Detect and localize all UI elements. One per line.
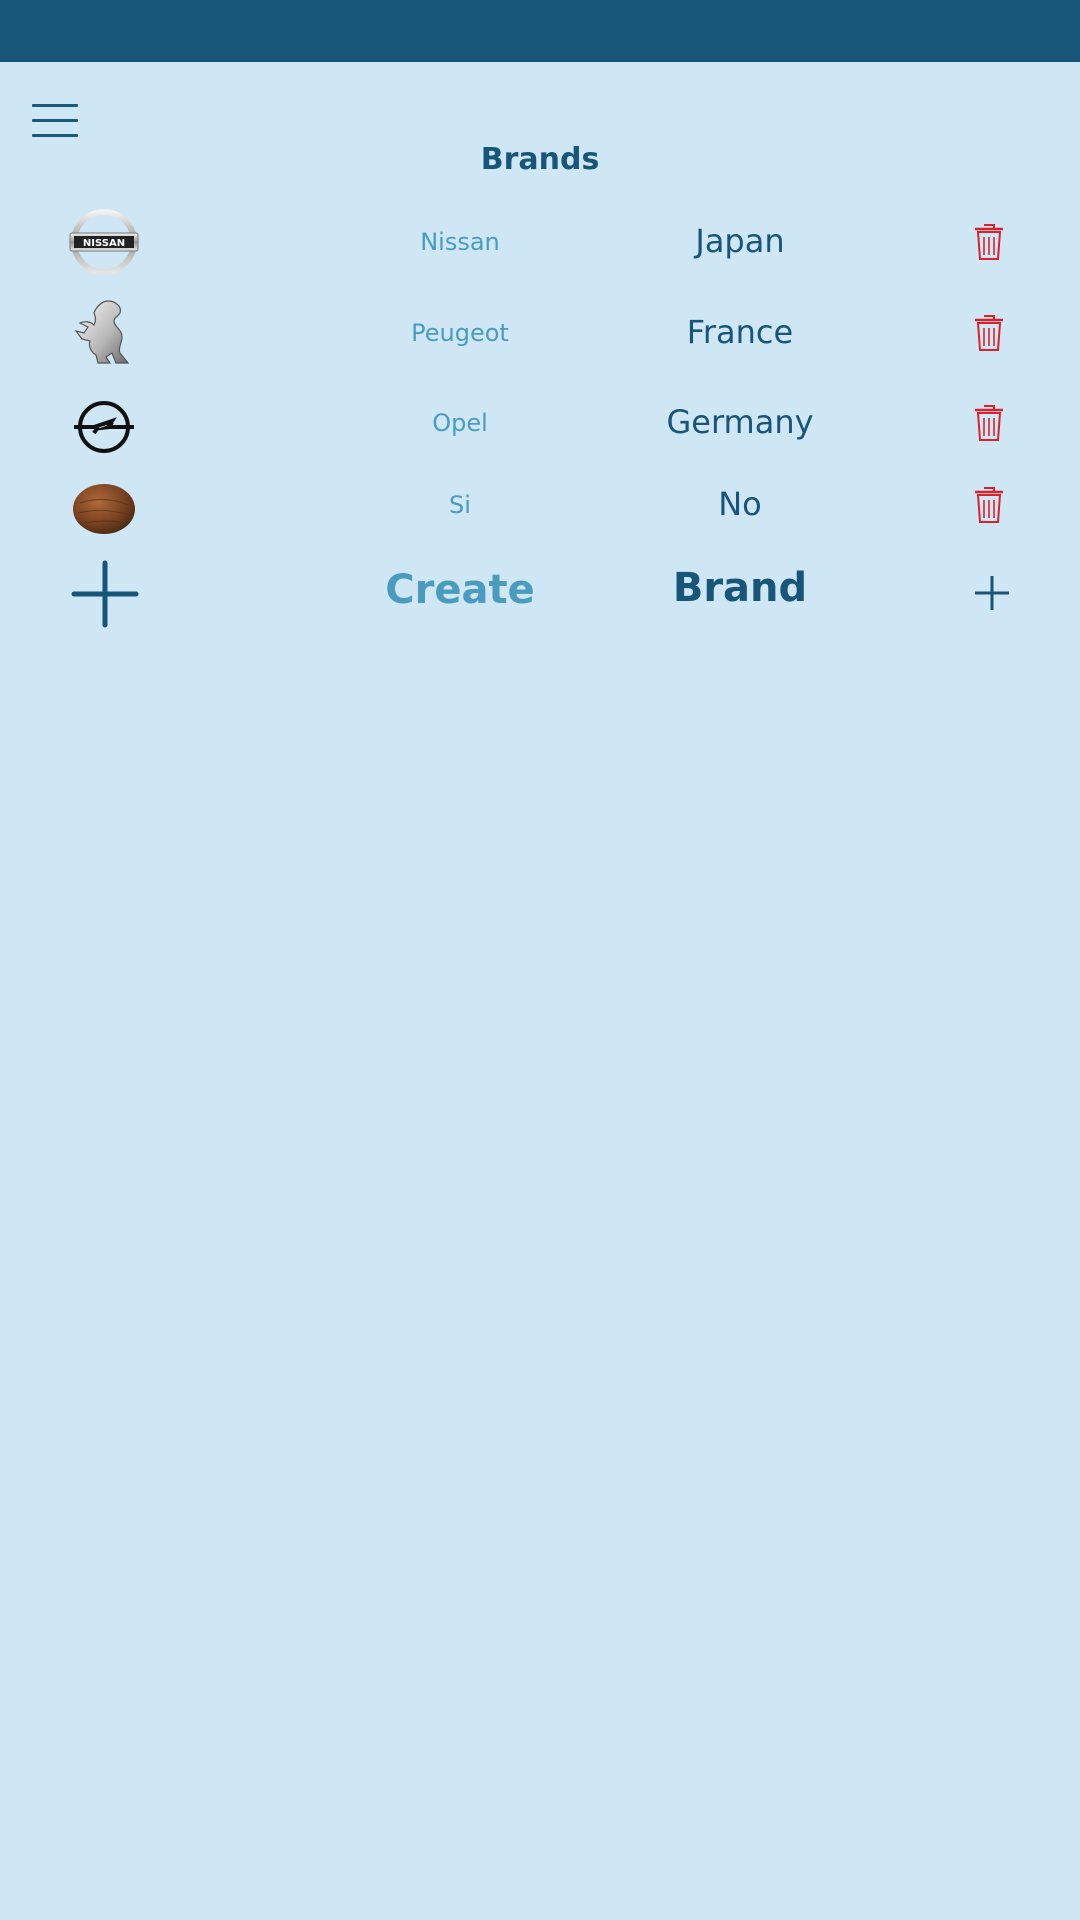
list-item[interactable]: Peugeot France — [0, 293, 1080, 373]
coconut-image — [73, 484, 135, 534]
list-item[interactable]: Si No — [0, 465, 1080, 545]
list-item[interactable]: Opel Germany — [0, 383, 1080, 463]
brand-name: Peugeot — [411, 319, 509, 347]
brand-country: No — [718, 485, 762, 523]
brand-country: France — [686, 313, 794, 351]
page-title: Brands — [480, 142, 600, 177]
status-bar — [0, 0, 1080, 62]
brand-country: Japan — [695, 222, 785, 260]
plus-icon[interactable] — [70, 559, 140, 629]
trash-icon[interactable] — [972, 403, 1006, 443]
brand-country: Germany — [666, 403, 814, 441]
brand-name: Si — [449, 491, 471, 519]
create-label[interactable]: Create — [360, 567, 560, 613]
brand-name: Nissan — [420, 228, 500, 256]
brand-label[interactable]: Brand — [620, 565, 860, 611]
trash-icon[interactable] — [972, 485, 1006, 525]
nissan-logo: NISSAN — [69, 209, 139, 275]
svg-text:NISSAN: NISSAN — [83, 238, 125, 249]
create-brand-row[interactable]: Create Brand — [0, 553, 1080, 633]
hamburger-menu-icon-line — [32, 134, 78, 137]
trash-icon[interactable] — [972, 222, 1006, 262]
hamburger-menu-icon-line — [32, 119, 78, 122]
hamburger-menu-icon-line — [32, 104, 78, 107]
brand-name: Opel — [432, 409, 488, 437]
list-item[interactable]: NISSAN Nissan Japan — [0, 202, 1080, 282]
peugeot-logo — [74, 300, 130, 364]
plus-icon[interactable] — [972, 573, 1012, 613]
menu-button[interactable] — [30, 100, 82, 142]
opel-logo — [74, 401, 134, 453]
trash-icon[interactable] — [972, 313, 1006, 353]
